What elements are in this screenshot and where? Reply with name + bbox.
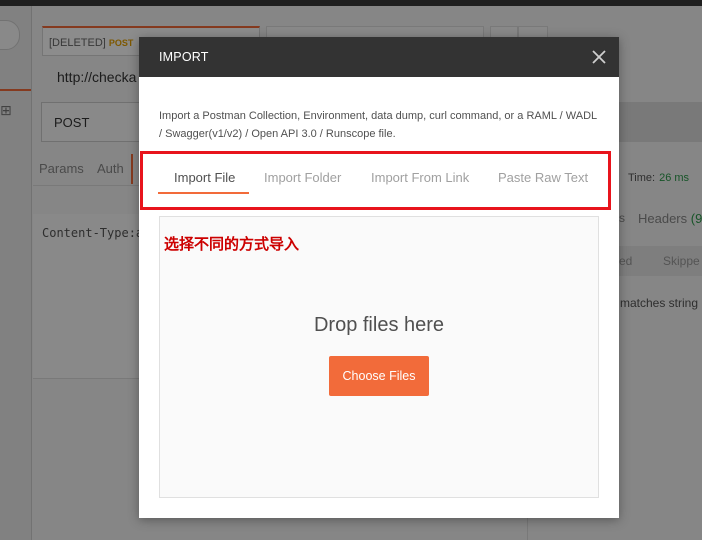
- annotation-text: 选择不同的方式导入: [164, 235, 300, 253]
- tab-import-file[interactable]: Import File: [174, 170, 235, 185]
- active-tab-underline: [158, 192, 249, 194]
- import-tabs: Import File Import Folder Import From Li…: [159, 162, 599, 196]
- tab-import-from-link[interactable]: Import From Link: [371, 170, 469, 185]
- modal-title: IMPORT: [159, 50, 209, 64]
- import-description: Import a Postman Collection, Environment…: [159, 110, 597, 140]
- close-icon[interactable]: [588, 46, 610, 68]
- import-modal: IMPORT Import a Postman Collection, Envi…: [139, 37, 619, 518]
- drop-files-text: Drop files here: [313, 314, 445, 336]
- choose-files-button[interactable]: Choose Files: [329, 356, 429, 396]
- tab-paste-raw-text[interactable]: Paste Raw Text: [498, 170, 588, 185]
- tab-import-folder[interactable]: Import Folder: [264, 170, 341, 185]
- modal-header: IMPORT: [139, 37, 619, 77]
